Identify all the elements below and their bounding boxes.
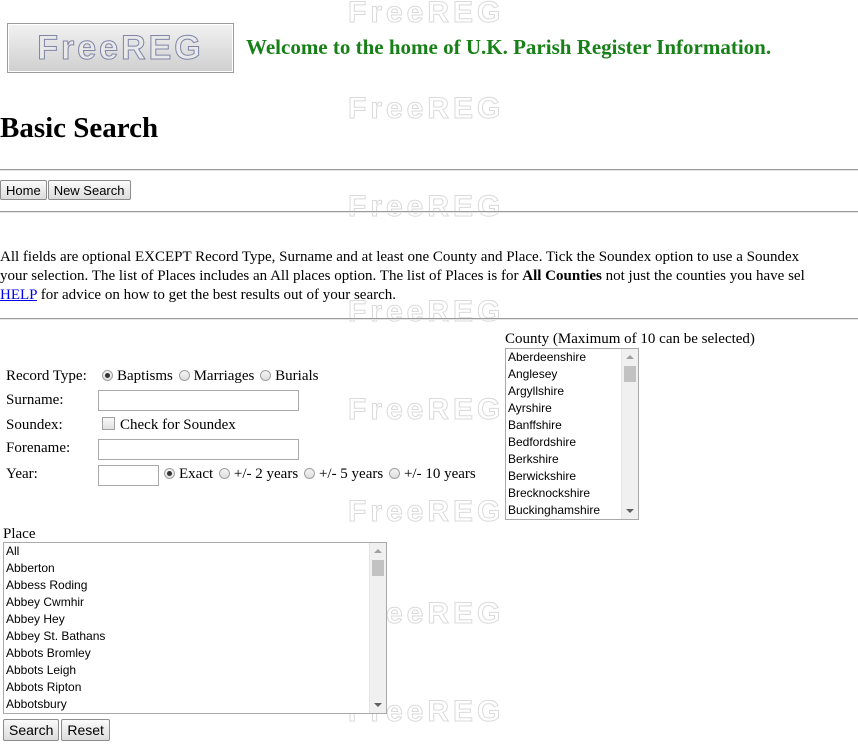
ten-years-radio-label: +/- 10 years: [403, 466, 476, 482]
help-link[interactable]: HELP: [0, 287, 37, 303]
soundex-checkbox-label: Check for Soundex: [120, 417, 236, 433]
page-title: Basic Search: [0, 112, 159, 144]
soundex-option: Check for Soundex: [98, 417, 236, 434]
divider: [0, 211, 858, 213]
county-option[interactable]: Buckinghamshire: [506, 502, 638, 519]
place-option[interactable]: Abbey Cwmhir: [4, 594, 386, 611]
divider: [0, 318, 858, 320]
five-years-radio[interactable]: [303, 468, 315, 479]
place-option[interactable]: Abbey Hey: [4, 611, 386, 628]
soundex-label: Soundex:: [6, 417, 63, 433]
county-option[interactable]: Argyllshire: [506, 383, 638, 400]
county-option[interactable]: Banffshire: [506, 417, 638, 434]
year-input[interactable]: [98, 465, 159, 486]
reset-button[interactable]: Reset: [61, 719, 110, 741]
place-option[interactable]: Abbey St. Bathans: [4, 628, 386, 645]
scroll-thumb[interactable]: [372, 560, 384, 576]
divider: [0, 169, 858, 171]
place-option[interactable]: Abbotsbury: [4, 696, 386, 713]
county-option[interactable]: Aberdeenshire: [506, 349, 638, 366]
county-label: County (Maximum of 10 can be selected): [505, 331, 755, 347]
freereg-logo: FreeREG: [7, 23, 234, 73]
instructions-text: for advice on how to get the best result…: [36, 287, 397, 303]
surname-input[interactable]: [98, 390, 299, 411]
county-option[interactable]: Berkshire: [506, 451, 638, 468]
county-option[interactable]: Ayrshire: [506, 400, 638, 417]
scroll-down-icon[interactable]: [374, 703, 382, 707]
county-option[interactable]: Brecknockshire: [506, 485, 638, 502]
instructions-text: not just the counties you have sel: [601, 268, 805, 284]
instructions-bold: All Counties: [522, 268, 602, 284]
watermark: FreeREG: [348, 92, 505, 126]
burials-radio-label: Burials: [275, 368, 319, 384]
five-years-radio-label: +/- 5 years: [318, 466, 384, 482]
forename-label: Forename:: [6, 440, 71, 456]
record-type-group: Baptisms Marriages Burials: [100, 368, 319, 385]
welcome-heading: Welcome to the home of U.K. Parish Regis…: [246, 35, 772, 59]
instructions-line: All fields are optional EXCEPT Record Ty…: [0, 249, 800, 265]
burials-radio[interactable]: [260, 370, 272, 381]
baptisms-radio-label: Baptisms: [117, 368, 173, 384]
place-select[interactable]: All Abberton Abbess Roding Abbey Cwmhir …: [3, 542, 387, 714]
place-option[interactable]: Abbots Leigh: [4, 662, 386, 679]
year-label: Year:: [6, 466, 38, 482]
county-option[interactable]: Anglesey: [506, 366, 638, 383]
instructions-line: your selection. The list of Places inclu…: [0, 267, 858, 286]
search-instructions: All fields are optional EXCEPT Record Ty…: [0, 248, 858, 305]
home-button[interactable]: Home: [0, 180, 47, 200]
place-option[interactable]: Abberton: [4, 560, 386, 577]
place-scrollbar[interactable]: [369, 543, 386, 713]
exact-radio-label: Exact: [179, 466, 214, 482]
two-years-radio[interactable]: [218, 468, 230, 479]
watermark: FreeREG: [348, 0, 505, 30]
instructions-line: HELP for advice on how to get the best r…: [0, 286, 858, 305]
county-option[interactable]: Berwickshire: [506, 468, 638, 485]
county-select[interactable]: Aberdeenshire Anglesey Argyllshire Ayrsh…: [505, 348, 639, 520]
place-option[interactable]: All: [4, 543, 386, 560]
exact-radio[interactable]: [164, 468, 175, 479]
marriages-radio[interactable]: [178, 370, 190, 381]
place-option[interactable]: Abbess Roding: [4, 577, 386, 594]
watermark: FreeREG: [348, 190, 505, 224]
new-search-button[interactable]: New Search: [47, 180, 131, 200]
place-option[interactable]: Abbots Bromley: [4, 645, 386, 662]
scroll-up-icon[interactable]: [374, 549, 382, 553]
forename-input[interactable]: [98, 439, 299, 460]
county-option[interactable]: Bedfordshire: [506, 434, 638, 451]
place-option[interactable]: Abbots Ripton: [4, 679, 386, 696]
place-label: Place: [3, 526, 36, 542]
baptisms-radio[interactable]: [102, 370, 113, 381]
scroll-down-icon[interactable]: [626, 509, 634, 513]
nav-bar: Home New Search: [0, 180, 131, 200]
soundex-checkbox[interactable]: [102, 417, 115, 430]
scroll-up-icon[interactable]: [626, 355, 634, 359]
search-button[interactable]: Search: [3, 719, 60, 741]
form-actions: Search Reset: [3, 719, 110, 741]
marriages-radio-label: Marriages: [193, 368, 255, 384]
instructions-text: your selection. The list of Places inclu…: [0, 268, 523, 284]
scroll-thumb[interactable]: [624, 366, 636, 382]
county-scrollbar[interactable]: [621, 349, 638, 519]
record-type-label: Record Type:: [6, 368, 87, 384]
two-years-radio-label: +/- 2 years: [233, 466, 299, 482]
year-range-group: Exact +/- 2 years +/- 5 years +/- 10 yea…: [162, 466, 476, 483]
surname-label: Surname:: [6, 392, 64, 408]
ten-years-radio[interactable]: [388, 468, 400, 479]
